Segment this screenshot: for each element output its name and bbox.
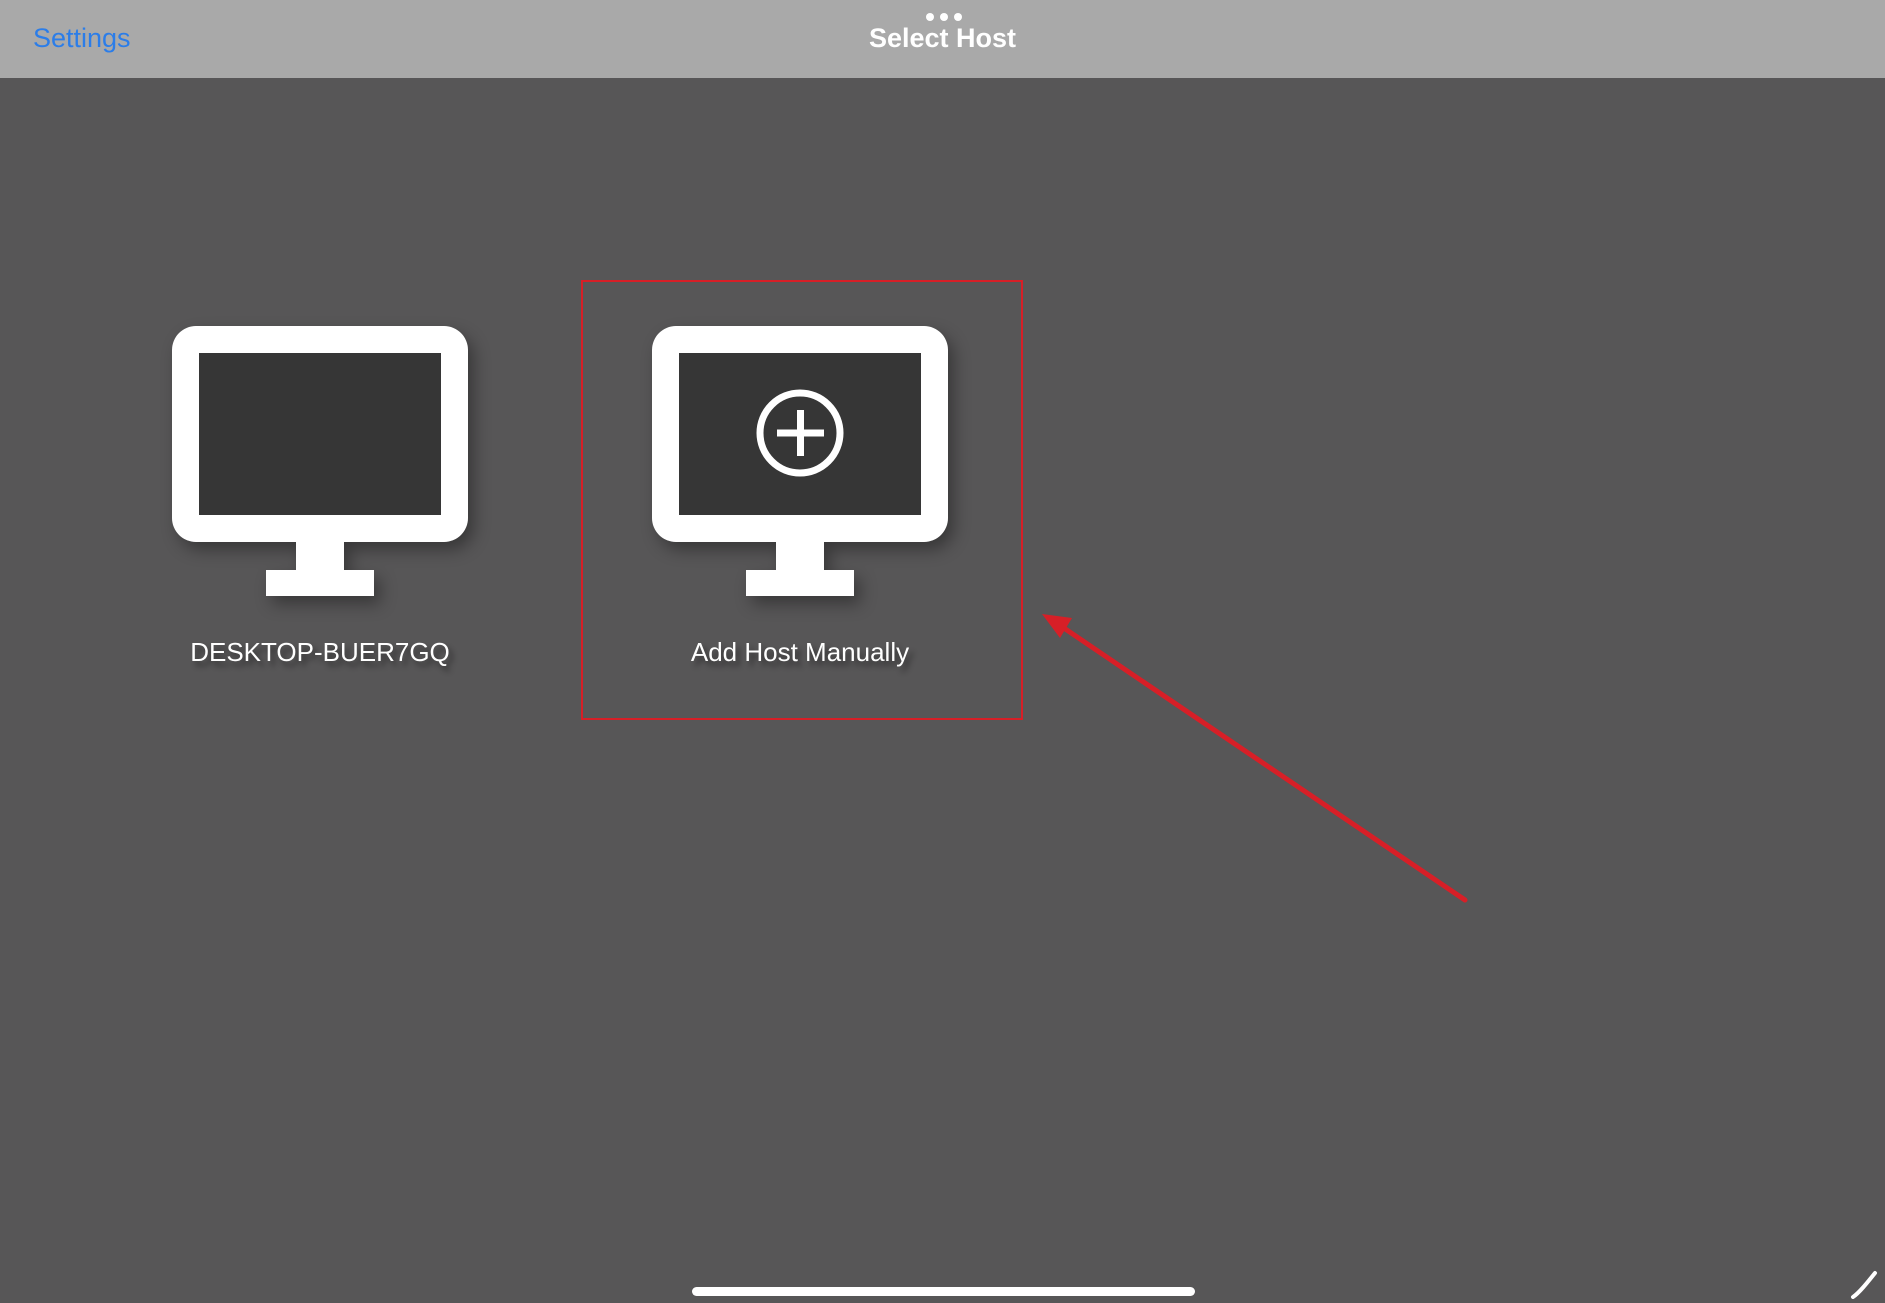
monitor-icon (172, 326, 468, 596)
add-host-label: Add Host Manually (690, 637, 910, 667)
page-title: Select Host (868, 23, 1017, 53)
host-tile-desktop[interactable]: DESKTOP-BUER7GQ (172, 326, 468, 667)
pencil-icon[interactable] (1849, 1269, 1879, 1299)
host-name-label: DESKTOP-BUER7GQ (190, 637, 450, 667)
select-host-screen: Settings Select Host DESKTOP-BUER7GQ Add… (0, 0, 1885, 1303)
home-indicator[interactable] (692, 1287, 1195, 1296)
monitor-add-icon (652, 326, 948, 596)
navigation-bar: Settings Select Host (0, 0, 1885, 78)
multitasking-dots-icon[interactable] (926, 13, 962, 21)
add-host-manually-tile[interactable]: Add Host Manually (652, 326, 948, 667)
annotation-arrow-icon (1042, 614, 1468, 903)
